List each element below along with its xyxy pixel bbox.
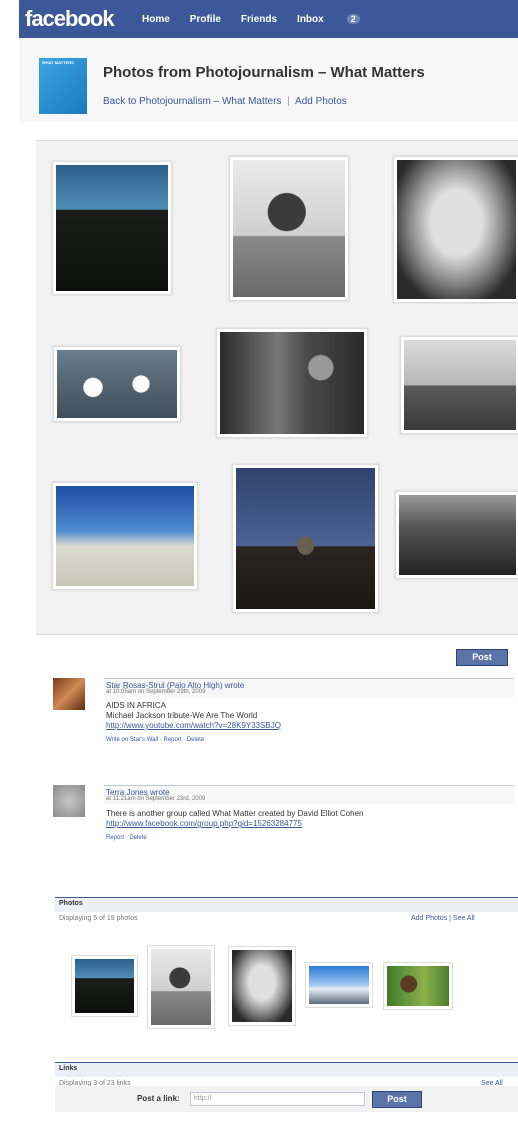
photo-children-bw bbox=[220, 332, 364, 434]
thumb-people-green bbox=[387, 966, 449, 1006]
photo-boy-portrait bbox=[233, 160, 345, 297]
back-to-group-link[interactable]: Back to Photojournalism – What Matters bbox=[103, 96, 281, 107]
avatar[interactable] bbox=[53, 678, 85, 710]
photo-child-water-pot bbox=[236, 468, 375, 609]
group-thumbnail[interactable]: WHAT MATTERS bbox=[39, 58, 87, 114]
post-link[interactable]: http://www.youtube.com/watch?v=28K9Y33SB… bbox=[106, 721, 281, 730]
top-navigation-bar: facebook Home Profile Friends Inbox 2 bbox=[19, 0, 518, 38]
group-thumbnail-text: WHAT MATTERS bbox=[42, 60, 74, 65]
photos-box-title: Photos bbox=[59, 900, 83, 907]
photo-classroom bbox=[56, 165, 168, 291]
photo-item[interactable] bbox=[52, 482, 198, 590]
facebook-logo[interactable]: facebook bbox=[25, 6, 115, 32]
photo-item[interactable] bbox=[395, 491, 518, 579]
wall-post: Star Rosas-Strul (Palo Alto High) wrote … bbox=[53, 678, 518, 770]
thumb-classroom bbox=[75, 959, 134, 1013]
photo-water-birds bbox=[57, 350, 177, 418]
photo-thumbnail[interactable] bbox=[305, 962, 373, 1008]
photo-thumbnail[interactable] bbox=[228, 946, 296, 1026]
post-actions[interactable]: Write on Star's Wall · Report · Delete bbox=[106, 737, 204, 743]
main-nav: Home Profile Friends Inbox 2 bbox=[142, 14, 400, 25]
breadcrumb-separator: | bbox=[287, 96, 290, 107]
breadcrumb: Back to Photojournalism – What Matters |… bbox=[103, 96, 347, 107]
photos-box-links[interactable]: Add Photos | See All bbox=[411, 915, 475, 922]
photo-item[interactable] bbox=[400, 336, 518, 434]
photos-box-subtitle: Displaying 5 of 19 photos bbox=[59, 915, 138, 922]
avatar[interactable] bbox=[53, 785, 85, 817]
post-actions[interactable]: Report · Delete bbox=[106, 835, 147, 841]
photo-thumbnail[interactable] bbox=[147, 945, 215, 1029]
photo-item[interactable] bbox=[53, 346, 181, 422]
post-text: AIDS IN AFRICA bbox=[106, 701, 167, 710]
nav-home[interactable]: Home bbox=[142, 14, 170, 25]
link-url-input[interactable]: http:// bbox=[190, 1092, 365, 1106]
links-box-title: Links bbox=[59, 1065, 78, 1072]
add-photos-link[interactable]: Add Photos bbox=[295, 96, 347, 107]
photo-item[interactable] bbox=[216, 328, 368, 438]
photo-thumbnail[interactable] bbox=[383, 962, 453, 1010]
post-header: Terra Jones wrote at 11:21am on Septembe… bbox=[104, 785, 514, 804]
post-link-button[interactable]: Post bbox=[372, 1091, 422, 1108]
nav-friends[interactable]: Friends bbox=[241, 14, 277, 25]
photo-item[interactable] bbox=[393, 156, 518, 303]
photo-item[interactable] bbox=[52, 161, 172, 295]
post-timestamp: at 10:05am on September 29th, 2009 bbox=[106, 689, 206, 695]
thumb-mountains bbox=[309, 966, 369, 1004]
photo-crowd-bw bbox=[399, 495, 516, 575]
post-timestamp: at 11:21am on September 23rd, 2009 bbox=[106, 796, 206, 802]
photo-item[interactable] bbox=[229, 156, 349, 301]
thumb-boy-portrait bbox=[151, 949, 211, 1025]
photo-veiled-woman bbox=[397, 160, 516, 299]
post-link-row: Post a link: http:// Post bbox=[55, 1086, 518, 1112]
page: facebook Home Profile Friends Inbox 2 WHA… bbox=[19, 0, 518, 1135]
photo-thumbnail[interactable] bbox=[71, 955, 138, 1017]
photos-box-header: Photos bbox=[55, 897, 518, 912]
links-box-header: Links bbox=[55, 1062, 518, 1077]
thumb-veiled-woman bbox=[232, 950, 292, 1022]
photo-item[interactable] bbox=[232, 464, 379, 613]
nav-inbox-label: Inbox bbox=[297, 14, 324, 25]
nav-inbox[interactable]: Inbox 2 bbox=[297, 14, 380, 25]
inbox-count-badge: 2 bbox=[346, 14, 360, 24]
photo-grid bbox=[36, 140, 518, 635]
photo-wooden-frame bbox=[404, 340, 516, 430]
post-link-label: Post a link: bbox=[137, 1094, 180, 1103]
photo-landscape-tree bbox=[56, 486, 194, 586]
post-header: Star Rosas-Strul (Palo Alto High) wrote … bbox=[104, 678, 514, 697]
wall-post: Terra Jones wrote at 11:21am on Septembe… bbox=[53, 785, 518, 870]
post-text: There is another group called What Matte… bbox=[106, 809, 364, 818]
wall-post-button[interactable]: Post bbox=[456, 649, 508, 666]
page-title: Photos from Photojournalism – What Matte… bbox=[103, 64, 425, 81]
nav-profile[interactable]: Profile bbox=[190, 14, 221, 25]
page-header: WHAT MATTERS Photos from Photojournalism… bbox=[19, 38, 518, 122]
post-link[interactable]: http://www.facebook.com/group.php?gid=15… bbox=[106, 819, 302, 828]
post-text: Michael Jackson tribute-We Are The World bbox=[106, 711, 258, 720]
